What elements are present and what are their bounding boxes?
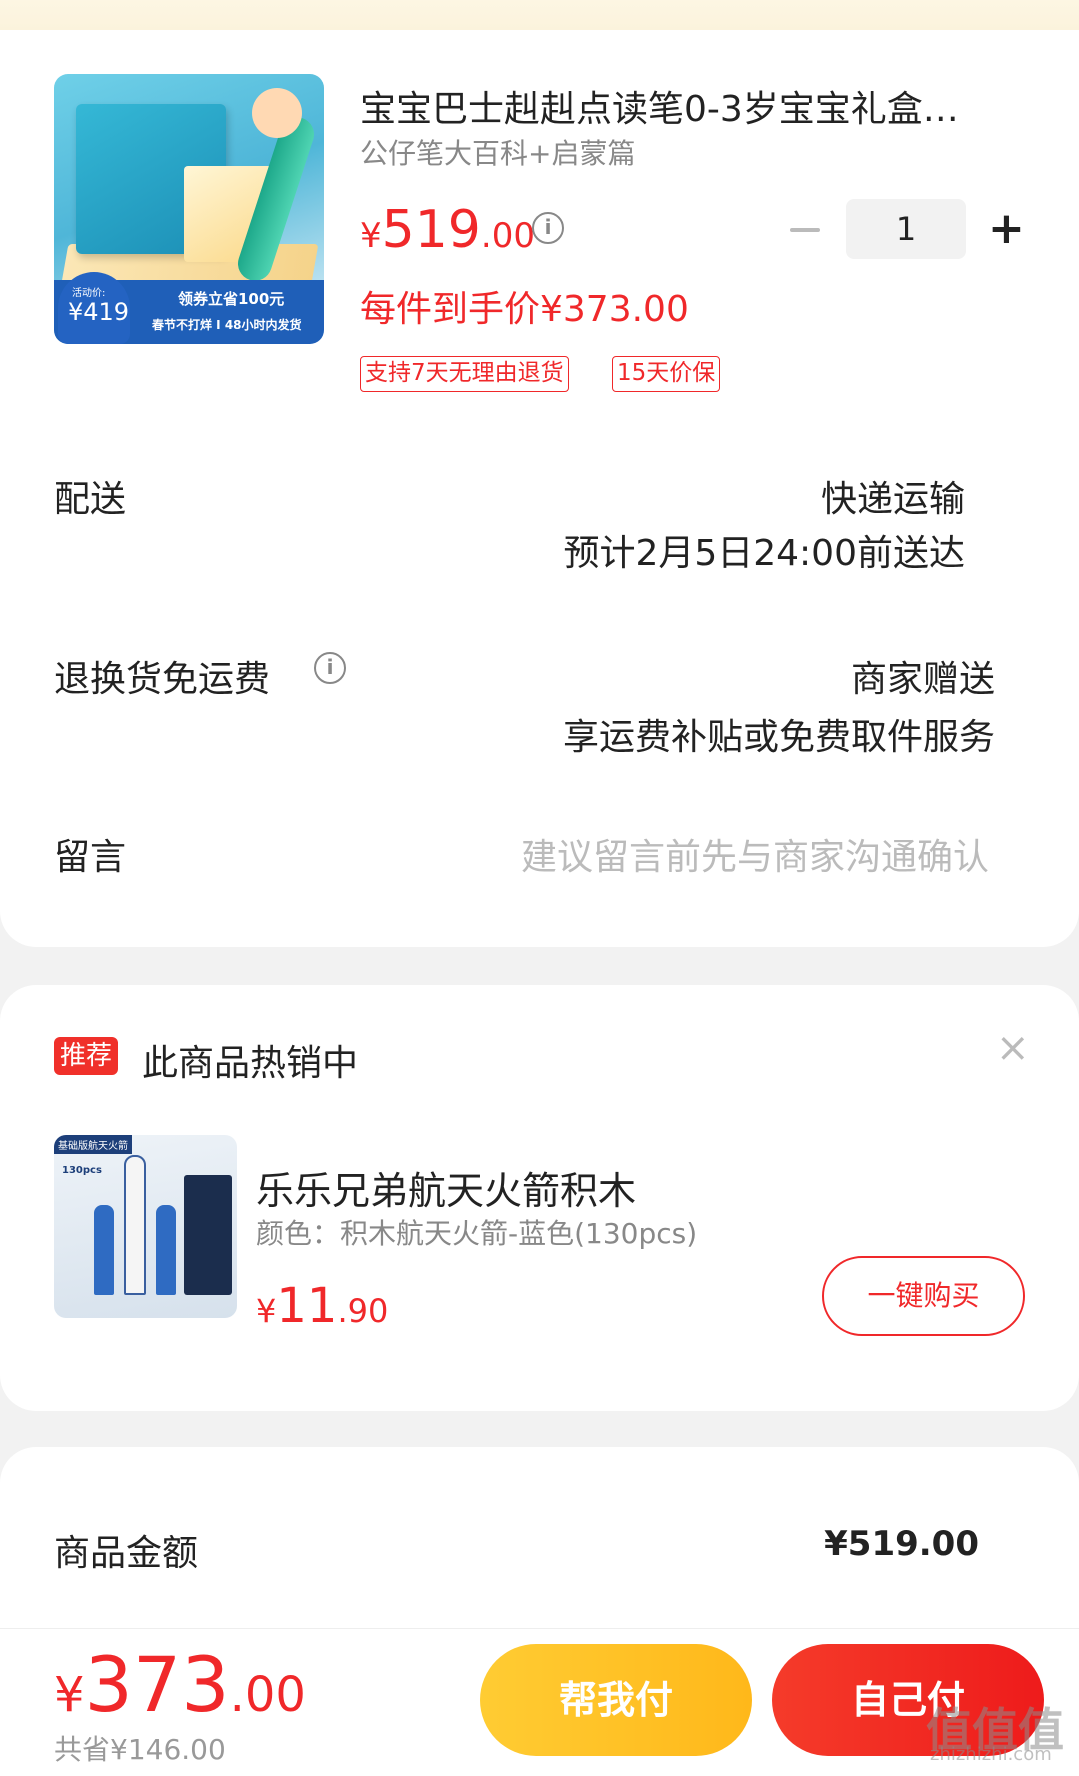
delivery-eta: 预计2月5日24:00前送达 — [563, 533, 965, 574]
quantity-input[interactable]: 1 — [846, 199, 966, 259]
goods-amount-label: 商品金额 — [54, 1533, 199, 1574]
promo-badge: 活动价: ¥419 — [58, 272, 130, 344]
returns-info-icon[interactable]: i — [314, 652, 346, 684]
recommend-title: 此商品热销中 — [142, 1043, 359, 1084]
goods-amount-value: ¥519.00 — [824, 1524, 979, 1564]
saved-amount: 共省¥146.00 — [54, 1733, 226, 1766]
returns-value: 商家赠送 — [850, 659, 995, 700]
close-icon[interactable]: × — [996, 1028, 1030, 1068]
help-pay-button[interactable]: 帮我付 — [480, 1644, 752, 1756]
product-title[interactable]: 宝宝巴士赳赳点读笔0-3岁宝宝礼盒… — [360, 80, 1020, 132]
one-click-buy-button[interactable]: 一键购买 — [822, 1256, 1025, 1336]
delivery-method[interactable]: 快递运输 — [821, 470, 965, 522]
message-label: 留言 — [54, 837, 127, 878]
recommend-badge: 推荐 — [54, 1037, 119, 1075]
recommend-item-price: ¥11.90 — [256, 1278, 389, 1334]
message-input[interactable]: 建议留言前先与商家沟通确认 — [521, 828, 989, 880]
price-protect-tag: 15天价保 — [612, 356, 721, 392]
product-price: ¥519.00 — [360, 200, 535, 260]
top-band — [0, 0, 1079, 30]
quantity-minus-button[interactable] — [790, 228, 820, 232]
product-spec[interactable]: 公仔笔大百科+启蒙篇 — [360, 132, 635, 172]
recommend-item-name[interactable]: 乐乐兄弟航天火箭积木 — [256, 1160, 636, 1215]
product-image[interactable]: 活动价: ¥419 领券立省100元 春节不打烊 I 48小时内发货 — [54, 74, 324, 344]
hand-price: 每件到手价¥373.00 — [360, 289, 689, 330]
price-info-icon[interactable]: i — [532, 212, 564, 244]
total-price: ¥373.00 — [54, 1640, 306, 1729]
watermark-url: zhizhizhi.com — [930, 1744, 1052, 1765]
quantity-plus-button[interactable]: + — [988, 207, 1025, 251]
returns-label: 退换货免运费 — [54, 659, 271, 700]
return-tag: 支持7天无理由退货 — [360, 356, 569, 392]
returns-detail: 享运费补贴或免费取件服务 — [562, 717, 995, 758]
recommend-item-image[interactable]: 基础版航天火箭 130pcs — [54, 1135, 237, 1318]
recommend-item-spec: 颜色：积木航天火箭-蓝色(130pcs) — [256, 1217, 698, 1250]
delivery-label: 配送 — [54, 479, 127, 520]
